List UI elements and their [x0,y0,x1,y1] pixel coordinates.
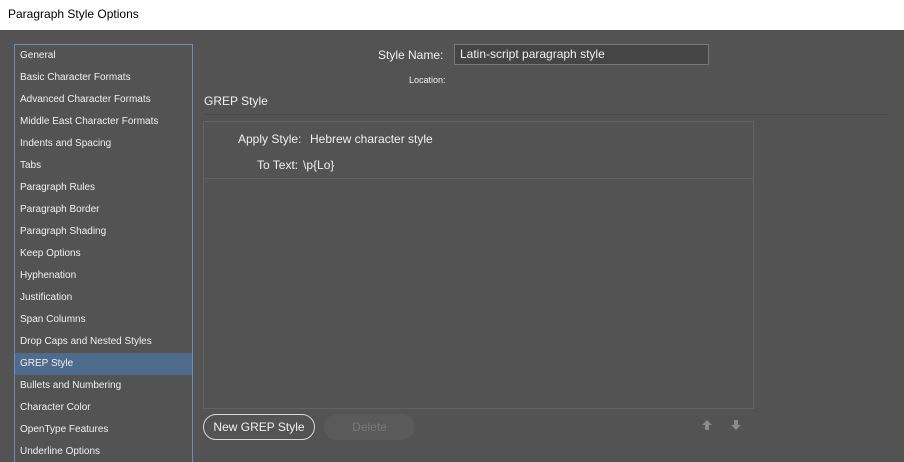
window-title: Paragraph Style Options [8,7,139,21]
section-title: GREP Style [204,94,268,108]
sidebar-item-grep-style[interactable]: GREP Style [15,353,192,375]
style-name-label: Style Name: [378,48,444,62]
arrow-down-icon[interactable] [729,418,743,432]
sidebar-item-paragraph-border[interactable]: Paragraph Border [15,199,192,221]
delete-button[interactable]: Delete [324,414,415,440]
sidebar-item-paragraph-rules[interactable]: Paragraph Rules [15,177,192,199]
sidebar-item-drop-caps-and-nested-styles[interactable]: Drop Caps and Nested Styles [15,331,192,353]
sidebar-item-advanced-character-formats[interactable]: Advanced Character Formats [15,89,192,111]
sidebar-item-opentype-features[interactable]: OpenType Features [15,419,192,441]
section-divider [204,114,888,115]
sidebar-item-middle-east-character-formats[interactable]: Middle East Character Formats [15,111,192,133]
grep-rule-row[interactable]: Apply Style: Hebrew character style To T… [204,122,753,179]
title-bar: Paragraph Style Options [0,0,904,30]
sidebar-item-hyphenation[interactable]: Hyphenation [15,265,192,287]
sidebar-item-general[interactable]: General [15,45,192,67]
category-list[interactable]: General Basic Character Formats Advanced… [14,44,193,462]
apply-style-value[interactable]: Hebrew character style [310,132,433,146]
sidebar-item-span-columns[interactable]: Span Columns [15,309,192,331]
apply-style-label: Apply Style: [238,132,302,146]
new-grep-style-button[interactable]: New GREP Style [203,414,315,440]
sidebar-item-paragraph-shading[interactable]: Paragraph Shading [15,221,192,243]
location-label: Location: [409,75,446,85]
sidebar-item-keep-options[interactable]: Keep Options [15,243,192,265]
sidebar-item-justification[interactable]: Justification [15,287,192,309]
sidebar-item-basic-character-formats[interactable]: Basic Character Formats [15,67,192,89]
to-text-value[interactable]: \p{Lo} [303,158,334,172]
style-name-input[interactable]: Latin-script paragraph style [454,44,709,65]
to-text-label: To Text: [257,158,299,172]
grep-style-list[interactable]: Apply Style: Hebrew character style To T… [203,121,754,409]
sidebar-item-bullets-and-numbering[interactable]: Bullets and Numbering [15,375,192,397]
sidebar-item-indents-and-spacing[interactable]: Indents and Spacing [15,133,192,155]
arrow-up-icon[interactable] [700,418,714,432]
sidebar-item-underline-options[interactable]: Underline Options [15,441,192,462]
sidebar-item-character-color[interactable]: Character Color [15,397,192,419]
sidebar-item-tabs[interactable]: Tabs [15,155,192,177]
